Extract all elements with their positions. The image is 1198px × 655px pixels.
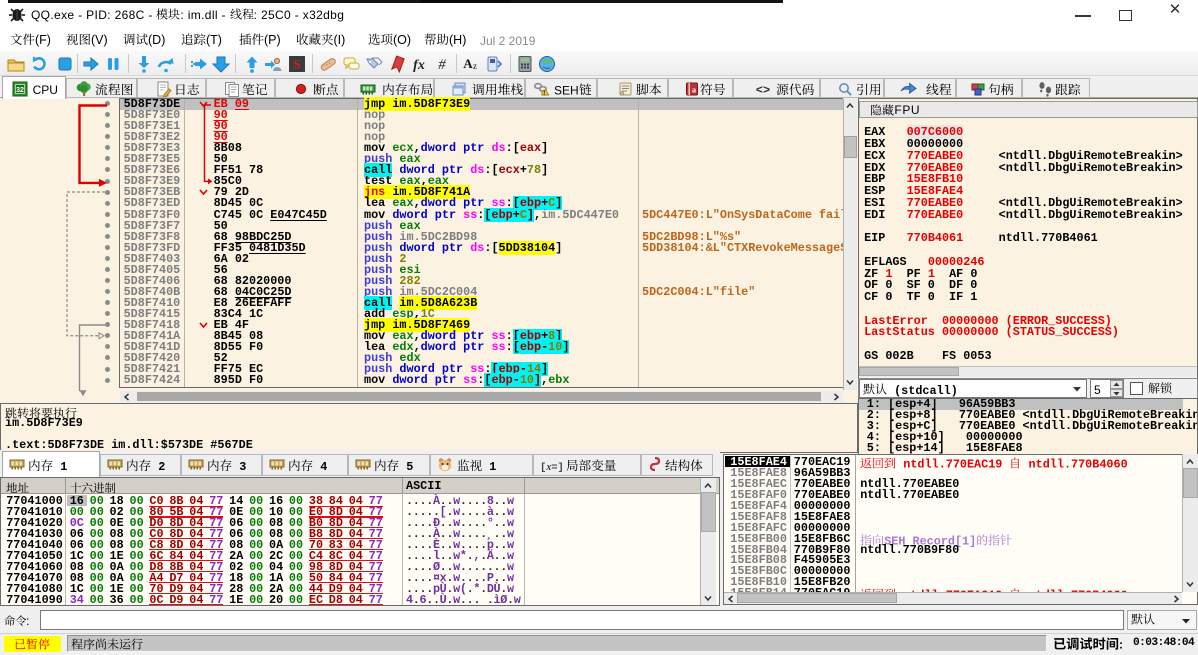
svg-text:A: A xyxy=(463,56,473,71)
svg-text:32: 32 xyxy=(16,87,24,94)
svg-text:!: ! xyxy=(543,91,545,97)
svg-text:S: S xyxy=(293,57,300,72)
svg-text:#: # xyxy=(438,57,446,73)
svg-text:z: z xyxy=(473,61,477,71)
svg-text:<>: <> xyxy=(755,84,769,98)
svg-text:fx: fx xyxy=(413,58,425,73)
